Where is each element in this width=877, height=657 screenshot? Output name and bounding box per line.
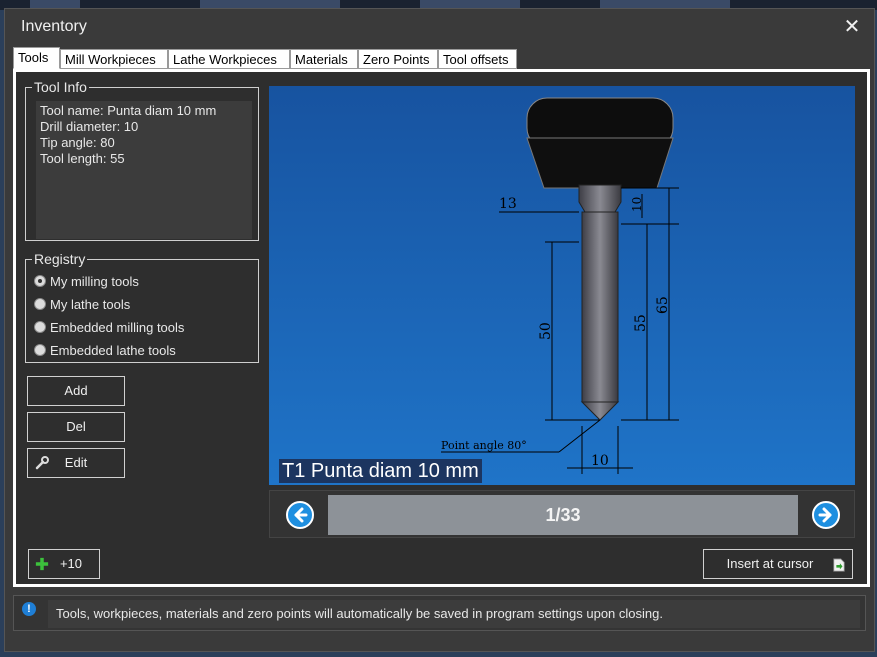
pager-bar: 1/33 [269, 490, 855, 538]
previous-button[interactable] [286, 501, 314, 529]
tab-content-frame: Tool Info Tool name: Punta diam 10 mm Dr… [13, 69, 870, 587]
radio-label: Embedded milling tools [50, 319, 185, 335]
dim-65-label: 65 [655, 296, 671, 314]
radio-embedded-lathe-tools[interactable]: Embedded lathe tools [34, 341, 176, 359]
radio-button[interactable] [34, 321, 46, 333]
wrench-icon [35, 456, 49, 470]
holder-cone [526, 137, 674, 189]
tool-info-group: Tool Info Tool name: Punta diam 10 mm Dr… [25, 79, 259, 241]
collet [578, 184, 622, 213]
tab-tools[interactable]: Tools [13, 47, 60, 69]
radio-button-checked[interactable] [34, 275, 46, 287]
tab-lathe-workpieces[interactable]: Lathe Workpieces [168, 49, 290, 69]
radio-my-milling-tools[interactable]: My milling tools [34, 272, 139, 290]
tool-info-legend: Tool Info [34, 79, 87, 95]
tool-info-box: Tool name: Punta diam 10 mm Drill diamet… [36, 101, 252, 239]
edit-label: Edit [64, 455, 88, 470]
dim-55-label: 55 [633, 314, 649, 332]
add-ten-button[interactable]: +10 [28, 549, 100, 579]
insert-at-cursor-button[interactable]: Insert at cursor [703, 549, 853, 579]
window-title: Inventory [21, 18, 87, 35]
page-counter: 1/33 [328, 495, 798, 535]
radio-my-lathe-tools[interactable]: My lathe tools [34, 295, 130, 313]
registry-group: Registry My milling tools My lathe tools… [25, 251, 259, 363]
status-message: Tools, workpieces, materials and zero po… [48, 600, 860, 628]
tool-name-line: Tool name: Punta diam 10 mm [40, 103, 217, 118]
insert-label: Insert at cursor [726, 556, 814, 571]
tab-materials[interactable]: Materials [290, 49, 358, 69]
radio-label: My lathe tools [50, 296, 131, 312]
radio-label: Embedded lathe tools [50, 342, 176, 358]
tab-mill-workpieces[interactable]: Mill Workpieces [60, 49, 168, 69]
inventory-dialog: Inventory ✕ Tools Mill Workpieces Lathe … [4, 8, 875, 652]
info-icon: ! [22, 602, 36, 616]
dim-10-bottom-label: 10 [591, 453, 609, 469]
tab-tool-offsets[interactable]: Tool offsets [438, 49, 517, 69]
add-ten-label: +10 [59, 556, 83, 571]
dim-13-label: 13 [499, 196, 517, 212]
arrow-right-icon [818, 507, 832, 523]
radio-button[interactable] [34, 298, 46, 310]
title-bar: Inventory ✕ [5, 9, 874, 45]
tool-preview: 13 10 50 55 65 10 Point angle 80° T1 Pun… [269, 86, 855, 485]
dim-10-top-label: 10 [630, 197, 644, 212]
status-bar: ! Tools, workpieces, materials and zero … [13, 595, 866, 631]
tools-panel: Tool Info Tool name: Punta diam 10 mm Dr… [16, 72, 867, 584]
del-button[interactable]: Del [27, 412, 125, 442]
drill-shank [581, 211, 619, 403]
edit-button[interactable]: Edit [27, 448, 125, 478]
insert-document-icon [833, 558, 845, 572]
add-button[interactable]: Add [27, 376, 125, 406]
dim-50-label: 50 [538, 322, 554, 340]
registry-legend: Registry [34, 251, 86, 267]
tool-drawing: 13 10 50 55 65 10 Point angle 80° [269, 86, 855, 485]
point-angle-label: Point angle 80° [441, 439, 527, 452]
plus-icon [35, 557, 49, 571]
arrow-left-icon [294, 507, 308, 523]
tool-caption: T1 Punta diam 10 mm [279, 459, 482, 483]
tool-length-line: Tool length: 55 [40, 151, 125, 166]
drill-diameter-line: Drill diameter: 10 [40, 119, 139, 134]
tab-zero-points[interactable]: Zero Points [358, 49, 438, 69]
close-button[interactable]: ✕ [840, 15, 864, 39]
radio-embedded-milling-tools[interactable]: Embedded milling tools [34, 318, 184, 336]
tip-angle-line: Tip angle: 80 [40, 135, 115, 150]
radio-button[interactable] [34, 344, 46, 356]
radio-label: My milling tools [50, 273, 139, 289]
next-button[interactable] [812, 501, 840, 529]
